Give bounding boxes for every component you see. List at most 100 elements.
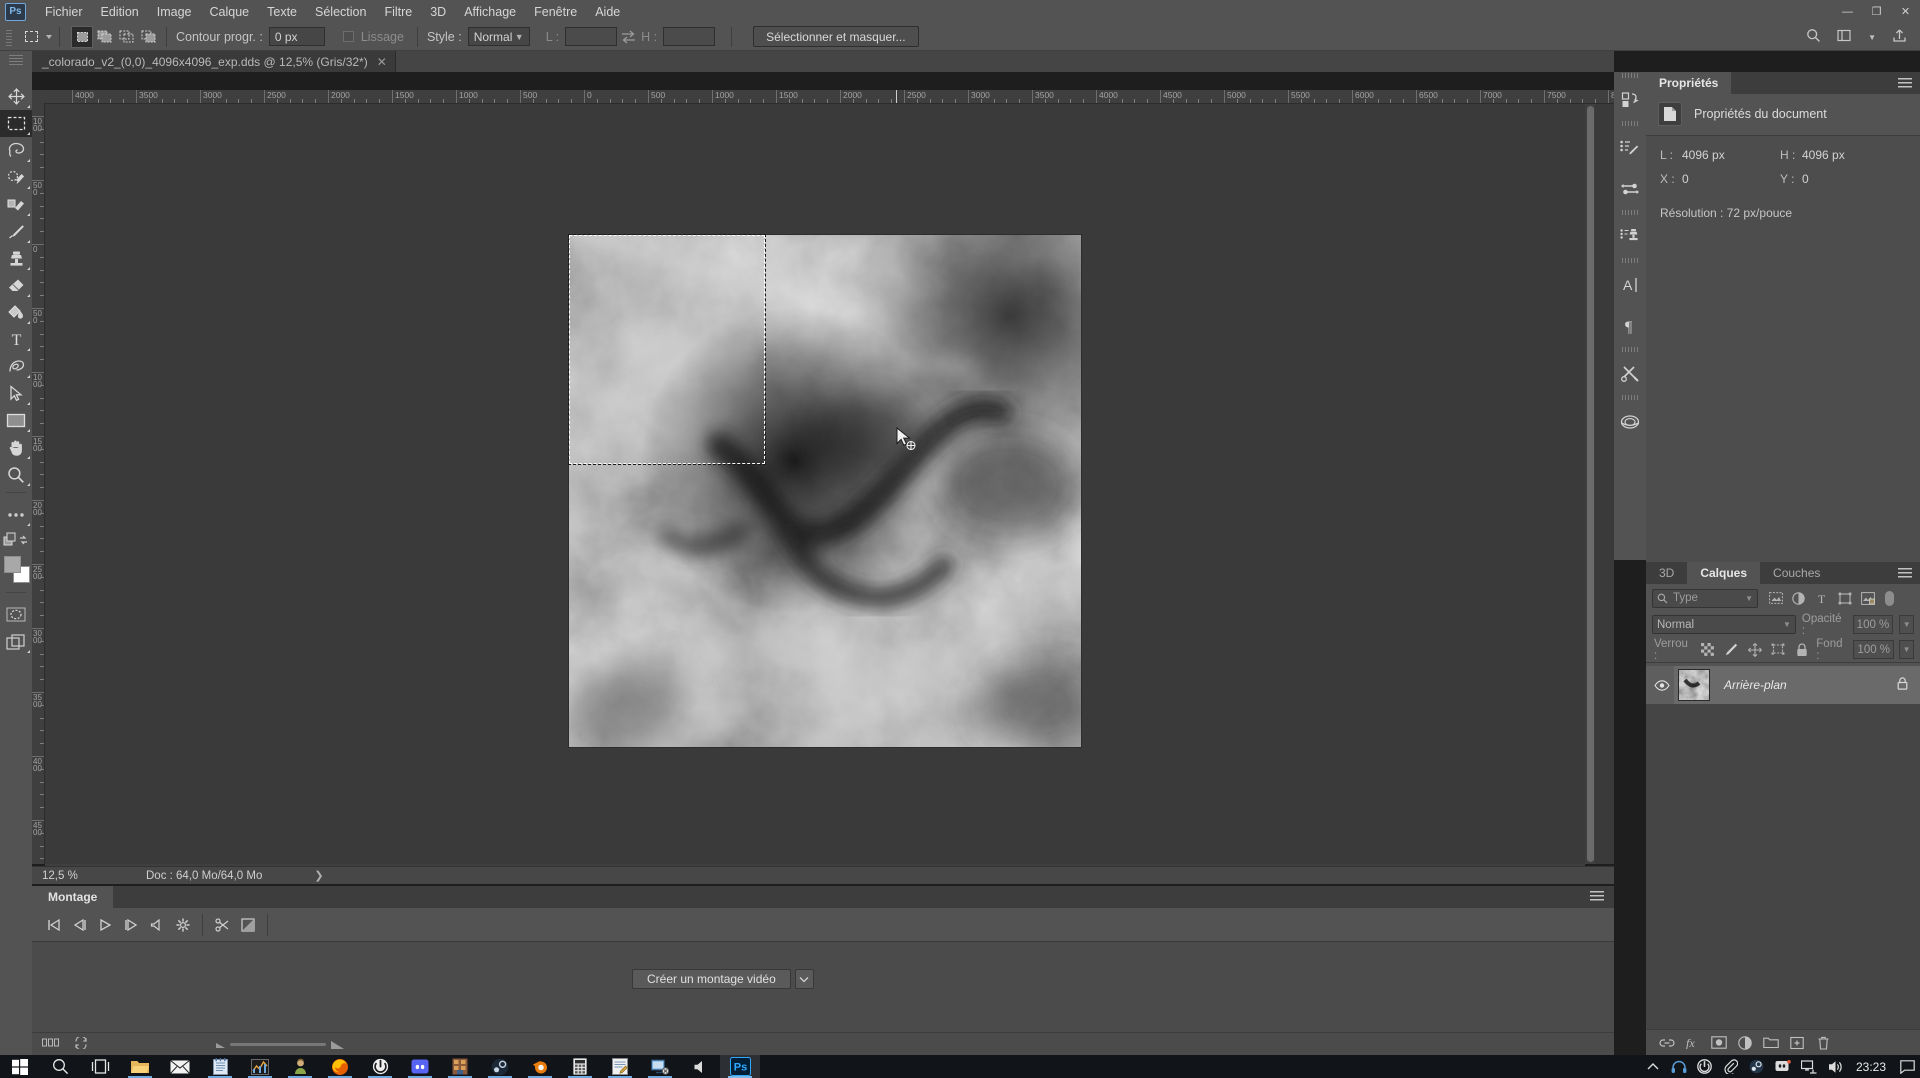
next-frame-icon[interactable] <box>118 912 144 938</box>
feather-input[interactable]: 0 px <box>268 27 325 46</box>
move-tool[interactable] <box>0 83 32 110</box>
new-selection-button[interactable] <box>71 25 93 48</box>
panel-menu-icon[interactable] <box>1898 78 1912 89</box>
quick-mask-mode-button[interactable] <box>0 601 32 628</box>
rectangular-marquee-tool[interactable] <box>0 110 32 137</box>
color-swatches[interactable] <box>0 554 32 588</box>
layer-name[interactable]: Arrière-plan <box>1724 678 1787 692</box>
tab-montage[interactable]: Montage <box>32 886 114 908</box>
tab-3d[interactable]: 3D <box>1646 562 1687 584</box>
shape-tool[interactable] <box>0 407 32 434</box>
rail-adjustments-icon[interactable] <box>1614 79 1646 120</box>
notification-icon[interactable] <box>1894 1055 1920 1078</box>
power-icon[interactable] <box>1692 1055 1718 1078</box>
document-tab[interactable]: _colorado_v2_(0,0)_4096x4096_exp.dds @ 1… <box>32 51 396 72</box>
options-bar-grip[interactable] <box>4 26 14 47</box>
previous-frame-icon[interactable] <box>66 912 92 938</box>
edit-toolbar-tool[interactable] <box>0 501 32 528</box>
menu-image[interactable]: Image <box>148 2 201 22</box>
layer-thumbnail[interactable] <box>1678 669 1710 701</box>
filter-adjustment-icon[interactable] <box>1787 588 1810 608</box>
brush-tool[interactable] <box>0 218 32 245</box>
current-tool-icon[interactable] <box>19 26 43 48</box>
lasso-tool[interactable] <box>0 137 32 164</box>
zoom-tool[interactable] <box>0 461 32 488</box>
layer-style-fx-icon[interactable]: fx <box>1680 1030 1706 1056</box>
minimize-button[interactable]: — <box>1833 0 1862 23</box>
close-icon[interactable]: ✕ <box>377 55 387 69</box>
filter-smartobject-icon[interactable] <box>1856 588 1879 608</box>
lock-position-icon[interactable] <box>1746 640 1765 659</box>
chart-app-icon[interactable] <box>240 1055 280 1078</box>
zoom-level-field[interactable]: 12,5 % <box>32 870 102 882</box>
game-app-icon[interactable] <box>440 1055 480 1078</box>
filter-toggle-icon[interactable] <box>1883 588 1895 608</box>
gradient-tool[interactable] <box>0 299 32 326</box>
opacity-chevron-icon[interactable]: ▼ <box>1899 615 1914 634</box>
pen-tool[interactable] <box>0 353 32 380</box>
tab-couches[interactable]: Couches <box>1760 562 1833 584</box>
search-icon[interactable] <box>40 1055 80 1078</box>
transition-icon[interactable] <box>235 912 261 938</box>
subtract-from-selection-button[interactable] <box>115 26 137 48</box>
rail-grip-6[interactable] <box>1622 394 1638 401</box>
filter-pixel-icon[interactable] <box>1764 588 1787 608</box>
menu-fenetre[interactable]: Fenêtre <box>525 2 586 22</box>
discord-tray-icon[interactable] <box>1770 1055 1796 1078</box>
foreground-color-swatch[interactable] <box>4 556 21 573</box>
taskbar-clock[interactable]: 23:23 <box>1848 1060 1894 1074</box>
select-and-mask-button[interactable]: Sélectionner et masquer... <box>753 26 919 47</box>
canvas-vertical-scrollbar[interactable] <box>1585 104 1595 864</box>
play-icon[interactable] <box>92 912 118 938</box>
layer-mask-icon[interactable] <box>1706 1030 1732 1056</box>
adjustment-layer-icon[interactable] <box>1732 1030 1758 1056</box>
swap-width-height-icon[interactable] <box>617 27 639 47</box>
workspace-chevron-icon[interactable]: ▼ <box>1865 31 1879 44</box>
menu-edition[interactable]: Edition <box>92 2 148 22</box>
crop-tool[interactable] <box>0 191 32 218</box>
menu-texte[interactable]: Texte <box>258 2 306 22</box>
calculator-icon[interactable] <box>560 1055 600 1078</box>
file-explorer-icon[interactable] <box>120 1055 160 1078</box>
split-at-playhead-icon[interactable] <box>209 912 235 938</box>
clip-icon[interactable] <box>1718 1055 1744 1078</box>
eraser-tool[interactable] <box>0 272 32 299</box>
panel-menu-icon[interactable] <box>1590 891 1604 902</box>
convert-to-frame-animation-icon[interactable] <box>74 1035 88 1052</box>
tool-preset-chevron-icon[interactable] <box>46 34 52 39</box>
quick-selection-tool[interactable] <box>0 164 32 191</box>
create-video-timeline-button[interactable]: Créer un montage vidéo <box>632 969 791 989</box>
status-expand-icon[interactable]: ❯ <box>314 869 323 882</box>
menu-filtre[interactable]: Filtre <box>375 2 421 22</box>
rail-styles-icon[interactable] <box>1614 401 1646 442</box>
horizontal-ruler[interactable]: 4000 3500 3000 2500 2000 1500 1000 500 0… <box>44 90 1614 104</box>
clone-stamp-tool[interactable] <box>0 245 32 272</box>
canvas-area[interactable] <box>45 104 1614 864</box>
audio-app-icon[interactable] <box>680 1055 720 1078</box>
tab-proprietes[interactable]: Propriétés <box>1646 72 1732 94</box>
blend-mode-select[interactable]: Normal ▼ <box>1652 615 1796 634</box>
new-layer-icon[interactable] <box>1784 1030 1810 1056</box>
onion-skin-icon[interactable] <box>42 1037 60 1051</box>
notepad-icon[interactable] <box>200 1055 240 1078</box>
menu-3d[interactable]: 3D <box>421 2 455 22</box>
volume-icon[interactable] <box>1822 1055 1848 1078</box>
lock-image-icon[interactable] <box>1722 640 1741 659</box>
lock-transparency-icon[interactable] <box>1698 640 1717 659</box>
rail-brush-settings-icon[interactable] <box>1614 127 1646 168</box>
vertical-ruler[interactable]: 1000 500 0 500 1000 1500 2000 2500 3000 … <box>32 104 45 864</box>
start-button-icon[interactable] <box>0 1055 40 1078</box>
workspace-switcher-icon[interactable] <box>1834 27 1855 48</box>
blender-icon[interactable] <box>520 1055 560 1078</box>
antialias-checkbox[interactable] <box>342 31 354 42</box>
fill-input[interactable]: 100 % <box>1853 640 1895 659</box>
audio-mute-icon[interactable] <box>144 912 170 938</box>
remote-desktop-icon[interactable] <box>640 1055 680 1078</box>
layer-filter-select[interactable]: Type ▼ <box>1652 588 1758 608</box>
firefox-icon[interactable] <box>320 1055 360 1078</box>
rail-grip-3[interactable] <box>1622 209 1638 216</box>
layer-row[interactable]: Arrière-plan <box>1646 666 1920 704</box>
settings-gear-icon[interactable] <box>170 912 196 938</box>
quick-mask-and-swap-row[interactable] <box>0 528 32 552</box>
screen-mode-button[interactable] <box>0 628 32 655</box>
